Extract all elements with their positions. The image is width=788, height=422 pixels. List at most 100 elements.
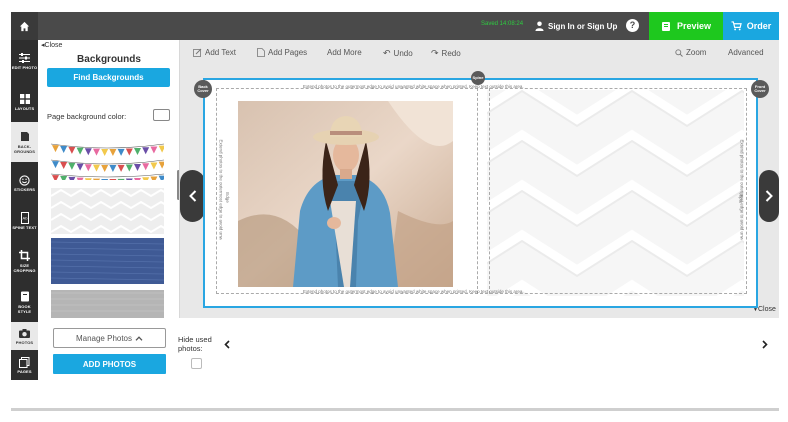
chevron-left-icon	[188, 190, 196, 202]
pages-icon	[19, 356, 31, 368]
bunting-flag	[84, 178, 92, 186]
advanced-button[interactable]: Advanced	[728, 48, 764, 57]
tool-pages[interactable]: PAGES	[11, 350, 38, 380]
zoom-button[interactable]: Zoom	[675, 48, 706, 57]
add-pages-label: Add Pages	[268, 48, 308, 57]
top-bar: Saved 14:08:24 Sign In or Sign Up ? Prev…	[11, 12, 779, 40]
user-icon	[535, 21, 544, 31]
help-button[interactable]: ?	[626, 19, 639, 32]
editor-canvas: Extend photos to the outermost edge to a…	[180, 67, 788, 326]
undo-label: Undo	[393, 49, 413, 58]
spine-tag: Spine	[471, 71, 485, 85]
cover-spread[interactable]: Extend photos to the outermost edge to a…	[203, 78, 788, 326]
bunting-flag	[68, 162, 76, 170]
tool-label: PHOTOS	[15, 340, 34, 345]
camera-icon	[19, 327, 31, 339]
background-thumbnail-bunting[interactable]	[50, 140, 166, 186]
sign-in-label: Sign In or Sign Up	[548, 21, 618, 31]
bunting-flag	[101, 178, 109, 186]
front-cover-tag: Front Cover	[751, 80, 769, 98]
bunting-flag	[84, 148, 92, 156]
tool-edit-photo[interactable]: EDIT PHOTO	[11, 42, 38, 80]
add-text-button[interactable]: Add Text	[193, 48, 236, 57]
panel-title: Backgrounds	[77, 54, 141, 65]
bunting-flag	[150, 176, 158, 184]
smiley-icon	[19, 174, 31, 186]
add-text-label: Add Text	[205, 48, 236, 57]
bunting-flag	[93, 148, 100, 156]
tool-label: EDIT PHOTO	[11, 65, 38, 70]
chevron-left-icon	[224, 340, 230, 349]
chevron-up-icon	[135, 335, 143, 341]
tool-label: PAGES	[17, 369, 32, 374]
bunting-flag	[93, 178, 100, 186]
tool-backgrounds[interactable]: BACK-GROUNDS	[11, 122, 38, 162]
hide-used-line2: photos:	[178, 344, 203, 353]
bunting-flag	[76, 163, 84, 171]
bunting-flag	[84, 164, 92, 172]
tool-label: BOOK STYLE	[17, 303, 32, 314]
backgrounds-panel: ◂Close Backgrounds Find Backgrounds Page…	[38, 40, 180, 318]
bunting-flag	[134, 177, 141, 185]
panel-close-label: Close	[44, 42, 63, 49]
edge-label-left: Edge	[224, 192, 230, 203]
bunting-flag	[142, 147, 150, 155]
home-button[interactable]	[11, 12, 38, 40]
grid-icon	[19, 93, 31, 105]
tool-strip: EDIT PHOTO LAYOUTS BACK-GROUNDS STICKERS…	[11, 40, 38, 380]
photo-strip-prev-button[interactable]	[224, 340, 230, 352]
bunting-flag	[109, 178, 117, 186]
previous-page-button[interactable]	[180, 170, 205, 222]
tool-size-cropping[interactable]: SIZE CROPPING	[11, 240, 38, 282]
chevron-right-icon	[762, 340, 768, 349]
tool-layouts[interactable]: LAYOUTS	[11, 83, 38, 121]
add-photos-button[interactable]: ADD PHOTOS	[53, 354, 166, 374]
bunting-flag	[134, 163, 141, 171]
undo-icon: ↶	[383, 48, 391, 58]
tool-photos[interactable]: PHOTOS	[11, 322, 38, 350]
hide-used-checkbox[interactable]	[191, 358, 202, 369]
canvas-close-button[interactable]: ▼Close	[753, 306, 776, 313]
zoom-label: Zoom	[686, 48, 707, 57]
next-page-button[interactable]	[759, 170, 779, 222]
tool-label: SPINE TEXT	[12, 225, 37, 230]
tool-stickers[interactable]: STICKERS	[11, 164, 38, 202]
bunting-flag	[158, 161, 166, 169]
safety-text-top: Extend photos to the outermost edge to a…	[303, 84, 524, 89]
order-button[interactable]: Order	[723, 12, 779, 40]
sign-in-link[interactable]: Sign In or Sign Up	[535, 18, 617, 34]
bunting-flag	[109, 148, 117, 156]
crop-icon	[19, 250, 31, 262]
undo-button[interactable]: ↶ Undo	[383, 48, 413, 59]
spine-text-icon: Ab	[19, 212, 31, 224]
tool-label: LAYOUTS	[14, 106, 35, 111]
safety-text-bottom: Extend photos to the outermost edge to a…	[303, 289, 524, 294]
bunting-flag	[60, 146, 68, 154]
page-background-row: Page background color:	[38, 106, 179, 128]
cart-icon	[731, 21, 742, 31]
find-backgrounds-button[interactable]: Find Backgrounds	[47, 68, 170, 87]
page-icon	[257, 48, 265, 57]
photo-strip-next-button[interactable]	[762, 340, 768, 352]
bunting-flag	[76, 147, 84, 155]
background-thumbnail-grey-texture[interactable]	[51, 290, 164, 318]
preview-button[interactable]: Preview	[649, 12, 723, 40]
panel-close-button[interactable]: ◂Close	[41, 41, 62, 49]
background-thumbnail-denim[interactable]	[50, 238, 165, 284]
bunting-flag	[109, 164, 117, 172]
add-pages-button[interactable]: Add Pages	[257, 48, 307, 57]
bunting-flag	[117, 164, 125, 172]
background-thumbnail-chevron[interactable]	[50, 188, 172, 234]
manage-photos-button[interactable]: Manage Photos	[53, 328, 166, 348]
photo-tray: Manage Photos ADD PHOTOS Hide used photo…	[38, 318, 779, 380]
tool-spine-text[interactable]: Ab SPINE TEXT	[11, 202, 38, 240]
bunting-flag	[134, 147, 141, 155]
add-more-button[interactable]: Add More	[327, 48, 362, 57]
app-window: Saved 14:08:24 Sign In or Sign Up ? Prev…	[0, 0, 788, 422]
bunting-flag	[68, 146, 76, 154]
page-background-color-swatch[interactable]	[153, 109, 170, 121]
hide-used-line1: Hide used	[178, 335, 212, 344]
redo-button[interactable]: ↷ Redo	[431, 48, 461, 59]
tool-book-style[interactable]: BOOK STYLE	[11, 282, 38, 322]
bunting-flag	[125, 178, 133, 186]
